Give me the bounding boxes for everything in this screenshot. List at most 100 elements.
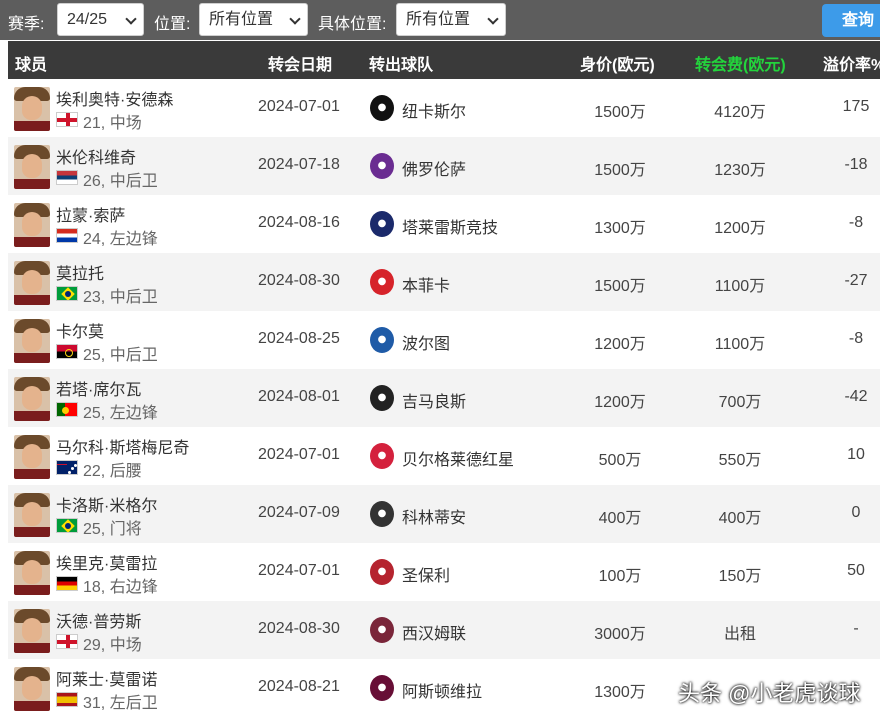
- from-club-name[interactable]: 纽卡斯尔: [402, 98, 466, 122]
- from-club-name[interactable]: 西汉姆联: [402, 620, 466, 644]
- fiorentina-crest-icon[interactable]: ●: [370, 153, 394, 179]
- from-club-name[interactable]: 圣保利: [402, 562, 450, 586]
- from-club-name[interactable]: 佛罗伦萨: [402, 156, 466, 180]
- table-row[interactable]: 埃里克·莫雷拉 18, 右边锋 2024-07-01 ● 圣保利 100万 150万 50: [8, 543, 880, 601]
- player-name[interactable]: 米伦科维奇: [56, 144, 136, 168]
- transfer-fee: 400万: [718, 510, 762, 527]
- from-club-name[interactable]: 塔莱雷斯竞技: [402, 214, 498, 238]
- player-avatar[interactable]: [14, 203, 50, 247]
- table-row[interactable]: 埃利奥特·安德森 21, 中场 2024-07-01 ● 纽卡斯尔 1500万 4120万 1…: [8, 79, 880, 137]
- player-name[interactable]: 拉蒙·索萨: [56, 202, 125, 226]
- transfer-table-body: 埃利奥特·安德森 21, 中场 2024-07-01 ● 纽卡斯尔 1500万 4120万 1…: [8, 79, 880, 717]
- market-value: 500万: [598, 452, 642, 469]
- query-button[interactable]: 查询: [822, 4, 880, 37]
- market-value: 1200万: [594, 336, 646, 353]
- table-row[interactable]: 马尔科·斯塔梅尼奇 22, 后腰 2024-07-01 ● 贝尔格莱德红星 500万 550…: [8, 427, 880, 485]
- england-flag-icon: [56, 112, 78, 127]
- brazil-flag-icon: [56, 518, 78, 533]
- transfer-fee: 4120万: [714, 104, 766, 121]
- west-ham-crest-icon[interactable]: ●: [370, 617, 394, 643]
- header-from-club[interactable]: 转出球队: [369, 51, 433, 75]
- season-select[interactable]: 24/25: [57, 3, 144, 36]
- player-avatar[interactable]: [14, 609, 50, 653]
- porto-crest-icon[interactable]: ●: [370, 327, 394, 353]
- angola-flag-icon: [56, 344, 78, 359]
- player-avatar[interactable]: [14, 435, 50, 479]
- header-premium[interactable]: 溢价率%: [823, 51, 880, 75]
- from-club-name[interactable]: 本菲卡: [402, 272, 450, 296]
- transfer-fee: 1100万: [714, 278, 766, 295]
- from-club-name[interactable]: 阿斯顿维拉: [402, 678, 482, 702]
- table-row[interactable]: 拉蒙·索萨 24, 左边锋 2024-08-16 ● 塔莱雷斯竞技 1300万 1200万 -…: [8, 195, 880, 253]
- transfer-fee: 1200万: [714, 220, 766, 237]
- player-name[interactable]: 莫拉托: [56, 260, 104, 284]
- player-avatar[interactable]: [14, 493, 50, 537]
- from-club-name[interactable]: 波尔图: [402, 330, 450, 354]
- aston-villa-crest-icon[interactable]: ●: [370, 675, 394, 701]
- position-select[interactable]: 所有位置: [199, 3, 308, 36]
- transfer-date: 2024-08-25: [258, 330, 340, 347]
- header-date[interactable]: 转会日期: [268, 51, 332, 75]
- player-avatar[interactable]: [14, 87, 50, 131]
- transfer-date: 2024-08-30: [258, 620, 340, 637]
- from-club-name[interactable]: 科林蒂安: [402, 504, 466, 528]
- england-flag-icon: [56, 634, 78, 649]
- chevron-down-icon: [125, 13, 137, 25]
- newcastle-crest-icon[interactable]: ●: [370, 95, 394, 121]
- chevron-down-icon: [289, 13, 301, 25]
- table-row[interactable]: 沃德·普劳斯 29, 中场 2024-08-30 ● 西汉姆联 3000万 出租 -: [8, 601, 880, 659]
- from-club-name[interactable]: 贝尔格莱德红星: [402, 446, 514, 470]
- player-age-position: 31, 左后卫: [83, 695, 158, 712]
- header-fee[interactable]: 转会费(欧元): [695, 51, 786, 75]
- transfer-fee: 1230万: [714, 162, 766, 179]
- player-age-position: 26, 中后卫: [83, 173, 158, 190]
- detail-position-label: 具体位置:: [318, 16, 387, 33]
- player-age-position: 24, 左边锋: [83, 231, 158, 248]
- player-avatar[interactable]: [14, 261, 50, 305]
- player-avatar[interactable]: [14, 145, 50, 189]
- player-name[interactable]: 阿莱士·莫雷诺: [56, 666, 157, 690]
- table-row[interactable]: 若塔·席尔瓦 25, 左边锋 2024-08-01 ● 吉马良斯 1200万 700万 -42: [8, 369, 880, 427]
- vitoria-guimaraes-crest-icon[interactable]: ●: [370, 385, 394, 411]
- red-star-belgrade-crest-icon[interactable]: ●: [370, 443, 394, 469]
- market-value: 1500万: [594, 104, 646, 121]
- transfer-fee: 150万: [718, 568, 762, 585]
- player-age-position: 25, 中后卫: [83, 347, 158, 364]
- player-name[interactable]: 卡洛斯·米格尔: [56, 492, 157, 516]
- header-market-value[interactable]: 身价(欧元): [580, 51, 655, 75]
- table-row[interactable]: 莫拉托 23, 中后卫 2024-08-30 ● 本菲卡 1500万 1100万 -27: [8, 253, 880, 311]
- position-select-value: 所有位置: [209, 11, 274, 28]
- player-avatar[interactable]: [14, 377, 50, 421]
- paraguay-flag-icon: [56, 228, 78, 243]
- table-row[interactable]: 卡尔莫 25, 中后卫 2024-08-25 ● 波尔图 1200万 1100万 -8: [8, 311, 880, 369]
- player-name[interactable]: 若塔·席尔瓦: [56, 376, 141, 400]
- st-pauli-crest-icon[interactable]: ●: [370, 559, 394, 585]
- premium-rate: -: [853, 620, 859, 637]
- premium-rate: 50: [847, 562, 865, 579]
- premium-rate: 175: [842, 98, 870, 115]
- player-name[interactable]: 埃里克·莫雷拉: [56, 550, 157, 574]
- player-age-position: 22, 后腰: [83, 463, 142, 480]
- header-player[interactable]: 球员: [15, 51, 47, 75]
- table-row[interactable]: 米伦科维奇 26, 中后卫 2024-07-18 ● 佛罗伦萨 1500万 1230万 -18: [8, 137, 880, 195]
- player-avatar[interactable]: [14, 667, 50, 711]
- market-value: 100万: [598, 568, 642, 585]
- premium-rate: -8: [848, 330, 864, 347]
- player-name[interactable]: 沃德·普劳斯: [56, 608, 141, 632]
- portugal-flag-icon: [56, 402, 78, 417]
- player-age-position: 25, 门将: [83, 521, 142, 538]
- table-row[interactable]: 卡洛斯·米格尔 25, 门将 2024-07-09 ● 科林蒂安 400万 400万 0: [8, 485, 880, 543]
- market-value: 1500万: [594, 162, 646, 179]
- from-club-name[interactable]: 吉马良斯: [402, 388, 466, 412]
- brazil-flag-icon: [56, 286, 78, 301]
- player-avatar[interactable]: [14, 319, 50, 363]
- premium-rate: 0: [851, 504, 861, 521]
- player-name[interactable]: 卡尔莫: [56, 318, 104, 342]
- benfica-crest-icon[interactable]: ●: [370, 269, 394, 295]
- talleres-crest-icon[interactable]: ●: [370, 211, 394, 237]
- player-name[interactable]: 埃利奥特·安德森: [56, 86, 173, 110]
- player-name[interactable]: 马尔科·斯塔梅尼奇: [56, 434, 189, 458]
- player-avatar[interactable]: [14, 551, 50, 595]
- corinthians-crest-icon[interactable]: ●: [370, 501, 394, 527]
- detail-position-select[interactable]: 所有位置: [396, 3, 506, 36]
